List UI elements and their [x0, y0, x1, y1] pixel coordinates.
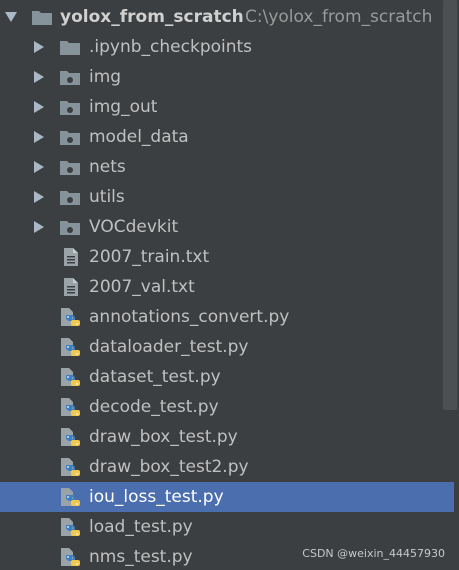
- folder-icon: [59, 67, 81, 87]
- folder-icon: [59, 97, 81, 117]
- python-file-icon: [60, 547, 82, 567]
- tree-item-label: 2007_val.txt: [89, 277, 195, 297]
- tree-folder-row[interactable]: .ipynb_checkpoints: [0, 32, 454, 62]
- project-root-row[interactable]: yolox_from_scratch C:\yolox_from_scratch: [0, 2, 454, 32]
- tree-file-row[interactable]: 2007_val.txt: [0, 272, 454, 302]
- tree-item-label: img_out: [89, 97, 158, 117]
- chevron-right-icon[interactable]: [34, 71, 44, 83]
- tree-folder-row[interactable]: img: [0, 62, 454, 92]
- tree-item-label: 2007_train.txt: [89, 247, 210, 267]
- tree-folder-row[interactable]: utils: [0, 182, 454, 212]
- python-file-icon: [60, 367, 82, 387]
- tree-file-row[interactable]: draw_box_test2.py: [0, 452, 454, 482]
- folder-icon: [59, 157, 81, 177]
- folder-icon: [31, 7, 53, 27]
- folder-icon: [59, 127, 81, 147]
- tree-item-label: dataloader_test.py: [89, 337, 249, 357]
- tree-item-label: utils: [89, 187, 125, 207]
- text-file-icon: [60, 247, 82, 267]
- python-file-icon: [60, 397, 82, 417]
- python-file-icon: [60, 487, 82, 507]
- tree-item-label: VOCdevkit: [89, 217, 179, 237]
- tree-file-row[interactable]: dataloader_test.py: [0, 332, 454, 362]
- vertical-scrollbar[interactable]: [443, 0, 457, 410]
- text-file-icon: [60, 277, 82, 297]
- tree-file-row[interactable]: load_test.py: [0, 512, 454, 542]
- tree-item-label: annotations_convert.py: [89, 307, 290, 327]
- chevron-right-icon[interactable]: [34, 161, 44, 173]
- tree-file-row[interactable]: draw_box_test.py: [0, 422, 454, 452]
- chevron-right-icon[interactable]: [34, 101, 44, 113]
- tree-folder-row[interactable]: img_out: [0, 92, 454, 122]
- tree-item-label: img: [89, 67, 122, 87]
- tree-item-label: nms_test.py: [89, 547, 193, 567]
- tree-item-label: iou_loss_test.py: [89, 487, 224, 507]
- project-path: C:\yolox_from_scratch: [245, 7, 433, 27]
- folder-icon: [59, 217, 81, 237]
- tree-item-label: draw_box_test.py: [89, 427, 238, 447]
- tree-file-row[interactable]: 2007_train.txt: [0, 242, 454, 272]
- folder-icon: [59, 37, 81, 57]
- tree-item-label: .ipynb_checkpoints: [89, 37, 253, 57]
- python-file-icon: [60, 427, 82, 447]
- tree-item-label: load_test.py: [89, 517, 193, 537]
- chevron-right-icon[interactable]: [34, 191, 44, 203]
- python-file-icon: [60, 307, 82, 327]
- chevron-down-icon[interactable]: [5, 12, 17, 22]
- folder-icon: [59, 187, 81, 207]
- python-file-icon: [60, 457, 82, 477]
- python-file-icon: [60, 337, 82, 357]
- project-name: yolox_from_scratch: [60, 7, 244, 27]
- tree-item-label: decode_test.py: [89, 397, 219, 417]
- tree-folder-row[interactable]: VOCdevkit: [0, 212, 454, 242]
- tree-item-label: draw_box_test2.py: [89, 457, 249, 477]
- python-file-icon: [60, 517, 82, 537]
- chevron-right-icon[interactable]: [34, 221, 44, 233]
- tree-item-label: nets: [89, 157, 126, 177]
- tree-folder-row[interactable]: nets: [0, 152, 454, 182]
- tree-file-row[interactable]: decode_test.py: [0, 392, 454, 422]
- chevron-right-icon[interactable]: [34, 131, 44, 143]
- tree-item-label: dataset_test.py: [89, 367, 221, 387]
- tree-file-row[interactable]: iou_loss_test.py: [0, 482, 454, 512]
- tree-folder-row[interactable]: model_data: [0, 122, 454, 152]
- tree-file-row[interactable]: dataset_test.py: [0, 362, 454, 392]
- watermark: CSDN @weixin_44457930: [302, 547, 445, 560]
- project-tree[interactable]: yolox_from_scratch C:\yolox_from_scratch…: [0, 2, 454, 570]
- tree-item-label: model_data: [89, 127, 189, 147]
- tree-file-row[interactable]: annotations_convert.py: [0, 302, 454, 332]
- chevron-right-icon[interactable]: [34, 41, 44, 53]
